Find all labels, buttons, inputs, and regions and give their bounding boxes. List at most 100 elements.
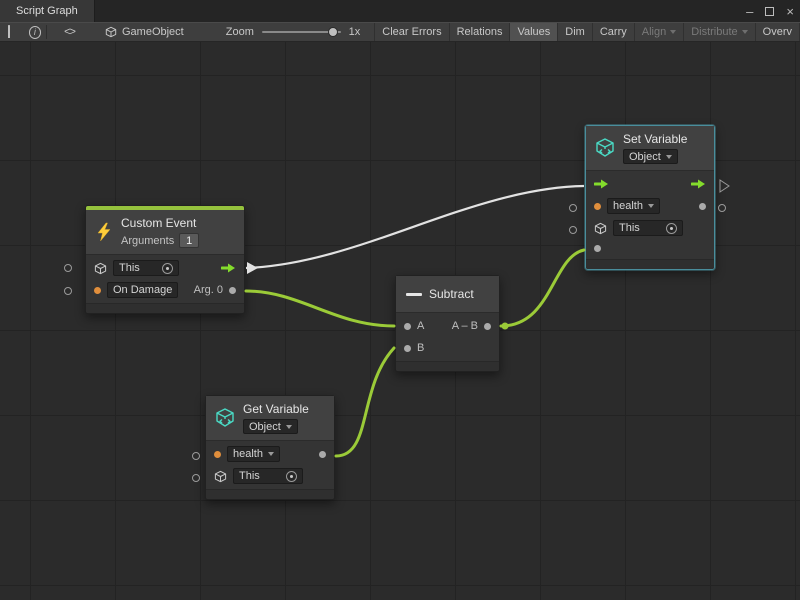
minimize-icon[interactable]: –: [746, 5, 753, 18]
get-variable-target-row: This: [206, 465, 334, 487]
chevron-down-icon: [666, 155, 672, 159]
graph-toolbar: i <> GameObject Zoom 1x Clear Errors Rel…: [0, 22, 800, 42]
result-output-port[interactable]: [484, 323, 491, 330]
variable-name-dropdown[interactable]: health: [607, 198, 660, 214]
subtract-header[interactable]: Subtract: [396, 276, 499, 313]
value-output-port[interactable]: [319, 451, 326, 458]
carry-toggle[interactable]: Carry: [592, 23, 634, 41]
variable-cube-icon: [214, 407, 236, 429]
node-subtract[interactable]: Subtract A A – B B: [395, 275, 500, 372]
info-icon[interactable]: i: [29, 26, 42, 39]
node-title: Set Variable: [623, 132, 687, 146]
port-set-variable-name[interactable]: [570, 205, 577, 212]
variable-name-port[interactable]: [594, 203, 601, 210]
flow-out-arrow-icon[interactable]: [691, 178, 706, 190]
this-object-field[interactable]: This: [233, 468, 303, 484]
variable-scope-dropdown[interactable]: Object: [243, 419, 298, 434]
custom-event-target-row: This: [86, 257, 244, 279]
this-object-field[interactable]: This: [613, 220, 683, 236]
this-value: This: [239, 470, 260, 482]
lock-icon[interactable]: [8, 26, 19, 38]
align-dropdown[interactable]: Align: [634, 23, 683, 41]
relations-toggle[interactable]: Relations: [449, 23, 510, 41]
port-get-variable-name[interactable]: [193, 453, 200, 460]
result-label: A – B: [452, 320, 478, 332]
clear-errors-button[interactable]: Clear Errors: [374, 23, 448, 41]
set-variable-header[interactable]: Set Variable Object: [586, 126, 714, 171]
values-toggle[interactable]: Values: [509, 23, 557, 41]
window-controls: – ×: [746, 0, 794, 22]
wire-subtract-to-set-variable[interactable]: [501, 250, 584, 326]
zoom-slider[interactable]: [262, 31, 341, 33]
node-footer: [586, 259, 714, 269]
code-icon[interactable]: <>: [64, 26, 75, 38]
value-output-port[interactable]: [699, 203, 706, 210]
chevron-down-icon: [742, 30, 748, 34]
variable-name-value: health: [613, 200, 643, 212]
window-tab-bar: Script Graph – ×: [0, 0, 800, 22]
event-name-field[interactable]: On Damage: [107, 282, 178, 298]
lightning-icon: [94, 222, 114, 242]
maximize-icon[interactable]: [765, 7, 774, 16]
tab-script-graph[interactable]: Script Graph: [0, 0, 95, 22]
node-get-variable[interactable]: Get Variable Object health: [205, 395, 335, 500]
port-set-variable-this[interactable]: [570, 227, 577, 234]
overview-button[interactable]: Overv: [755, 23, 800, 41]
arg0-output-port[interactable]: [229, 287, 236, 294]
this-object-field[interactable]: This: [113, 260, 179, 276]
wire-arg0-to-subtract-a[interactable]: [246, 291, 394, 326]
arguments-count-field[interactable]: 1: [179, 233, 199, 248]
cube-icon: [214, 470, 227, 483]
set-variable-target-row: This: [586, 217, 714, 239]
event-name-value: On Damage: [113, 284, 172, 296]
node-set-variable[interactable]: Set Variable Object: [585, 125, 715, 270]
port-get-variable-this[interactable]: [193, 475, 200, 482]
new-value-input-port[interactable]: [594, 245, 601, 252]
port-set-variable-flow-out[interactable]: [720, 180, 729, 192]
variable-name-port[interactable]: [214, 451, 221, 458]
zoom-label: Zoom: [226, 26, 254, 38]
port-custom-event-name[interactable]: [65, 288, 72, 295]
chevron-down-icon: [670, 30, 676, 34]
node-custom-event[interactable]: Custom Event Arguments 1 This: [85, 205, 245, 314]
flow-wire-start-arrow: [247, 262, 258, 274]
subtract-a-row: A A – B: [396, 315, 499, 337]
variable-name-dropdown[interactable]: health: [227, 446, 280, 462]
input-b-label: B: [417, 342, 424, 354]
get-variable-header[interactable]: Get Variable Object: [206, 396, 334, 441]
dim-toggle[interactable]: Dim: [557, 23, 592, 41]
input-a-port[interactable]: [404, 323, 411, 330]
object-picker-icon[interactable]: [162, 263, 173, 274]
flow-in-arrow-icon[interactable]: [594, 178, 609, 190]
event-name-port[interactable]: [94, 287, 101, 294]
object-picker-icon[interactable]: [286, 471, 297, 482]
node-footer: [396, 361, 499, 371]
subtract-b-row: B: [396, 337, 499, 359]
graph-canvas[interactable]: Custom Event Arguments 1 This: [0, 42, 800, 600]
object-picker-icon[interactable]: [666, 223, 677, 234]
variable-scope-dropdown[interactable]: Object: [623, 149, 678, 164]
variable-cube-icon: [594, 137, 616, 159]
input-b-port[interactable]: [404, 345, 411, 352]
distribute-label: Distribute: [691, 26, 737, 38]
node-footer: [86, 303, 244, 313]
toolbar-buttons: Clear Errors Relations Values Dim Carry …: [374, 23, 800, 41]
port-set-variable-value-out[interactable]: [719, 205, 726, 212]
custom-event-name-row: On Damage Arg. 0: [86, 279, 244, 301]
custom-event-header[interactable]: Custom Event Arguments 1: [86, 210, 244, 255]
gameobject-target-button[interactable]: GameObject: [105, 26, 184, 38]
zoom-slider-knob[interactable]: [328, 27, 338, 37]
node-title: Get Variable: [243, 402, 309, 416]
set-variable-flow-row: [586, 173, 714, 195]
distribute-dropdown[interactable]: Distribute: [683, 23, 754, 41]
chevron-down-icon: [648, 204, 654, 208]
wire-get-variable-to-subtract-b[interactable]: [336, 348, 394, 456]
close-icon[interactable]: ×: [786, 5, 794, 18]
gameobject-label: GameObject: [122, 26, 184, 38]
input-a-label: A: [417, 320, 424, 332]
wire-flow-custom-event-to-set-variable[interactable]: [246, 186, 584, 268]
subtract-output-connected-port[interactable]: [502, 323, 509, 330]
flow-out-arrow-icon[interactable]: [221, 262, 236, 274]
port-custom-event-this[interactable]: [65, 265, 72, 272]
node-title: Subtract: [429, 287, 474, 301]
